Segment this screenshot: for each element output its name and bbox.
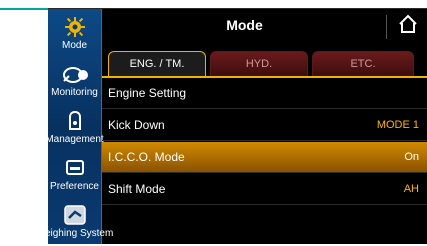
row-label: Kick Down: [108, 118, 165, 132]
tab-hyd[interactable]: HYD.: [210, 51, 308, 77]
gauge-icon: [61, 61, 89, 87]
sidebar-item-label: Management: [45, 134, 104, 145]
row-value: On: [404, 151, 419, 163]
divider: [386, 15, 387, 39]
list-item[interactable]: Kick Down MODE 1: [102, 110, 427, 141]
home-icon: [398, 14, 418, 39]
sidebar-item-label: Mode: [61, 40, 87, 51]
tab-label: ETC.: [350, 58, 376, 70]
sidebar-item-management[interactable]: Management: [45, 105, 104, 152]
tab-eng-tm[interactable]: ENG. / TM.: [108, 51, 206, 76]
tab-label: HYD.: [245, 58, 273, 70]
tab-label: ENG. / TM.: [129, 58, 185, 70]
sidebar-item-label: Preference: [50, 181, 99, 192]
tab-etc[interactable]: ETC.: [312, 51, 414, 77]
row-label: Engine Setting: [108, 86, 187, 100]
gear-icon: [64, 14, 85, 40]
decorative-line: [0, 8, 48, 10]
scale-icon: [63, 202, 87, 228]
tab-bar: ENG. / TM. HYD. ETC.: [102, 45, 427, 77]
page-title: Mode: [226, 17, 263, 33]
sidebar: Mode Monitoring Management Preference We…: [36, 9, 113, 246]
row-label: Shift Mode: [108, 182, 166, 196]
header: Mode: [102, 9, 427, 45]
display-screen: Mode Monitoring Management Preference We…: [36, 8, 427, 246]
sidebar-item-weighing-system[interactable]: Weighing System: [36, 199, 113, 246]
wrench-icon: [67, 108, 83, 134]
row-label: I.C.C.O. Mode: [108, 150, 185, 164]
monitor-icon: [65, 155, 85, 181]
list-item[interactable]: Engine Setting: [102, 78, 427, 109]
sidebar-item-mode[interactable]: Mode: [48, 11, 101, 58]
row-value: AH: [403, 183, 419, 195]
list-item[interactable]: Shift Mode AH: [102, 174, 427, 205]
list-item[interactable]: I.C.C.O. Mode On: [102, 142, 427, 173]
sidebar-item-label: Monitoring: [51, 87, 98, 98]
home-button[interactable]: [395, 13, 421, 39]
sidebar-item-preference[interactable]: Preference: [48, 152, 101, 199]
row-value: MODE 1: [376, 119, 419, 131]
settings-list: Engine Setting Kick Down MODE 1 I.C.C.O.…: [102, 78, 427, 244]
sidebar-item-monitoring[interactable]: Monitoring: [48, 58, 101, 105]
